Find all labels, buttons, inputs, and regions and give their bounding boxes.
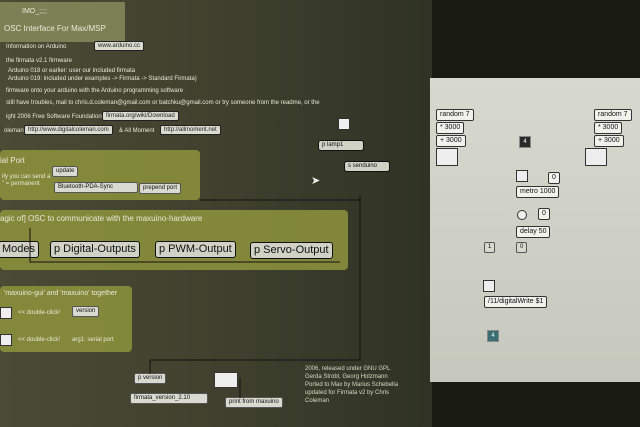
- multiply-object-2: * 3000: [594, 122, 623, 134]
- number-box-4a[interactable]: 4: [519, 136, 531, 148]
- right-toggle[interactable]: [585, 148, 607, 166]
- number-box-4b[interactable]: 4: [487, 330, 499, 342]
- metro-object: metro 1000: [516, 186, 560, 198]
- bang-button[interactable]: [517, 210, 527, 220]
- message-1[interactable]: 1: [484, 242, 496, 253]
- delay-object: delay 50: [516, 226, 551, 238]
- metro-toggle[interactable]: [516, 170, 528, 182]
- random-object-1: random 7: [436, 109, 474, 121]
- number-box-0[interactable]: 0: [548, 172, 560, 184]
- add-object-2: + 3000: [594, 135, 624, 147]
- digital-write-message[interactable]: /11/digitalWrite $1: [484, 296, 548, 308]
- random-object-2: random 7: [594, 109, 632, 121]
- message-0[interactable]: 0: [516, 242, 528, 253]
- add-object-1: + 3000: [436, 135, 466, 147]
- output-toggle[interactable]: [483, 280, 495, 292]
- multiply-object-1: * 3000: [436, 122, 465, 134]
- left-toggle[interactable]: [436, 148, 458, 166]
- number-box-0b[interactable]: 0: [538, 208, 550, 220]
